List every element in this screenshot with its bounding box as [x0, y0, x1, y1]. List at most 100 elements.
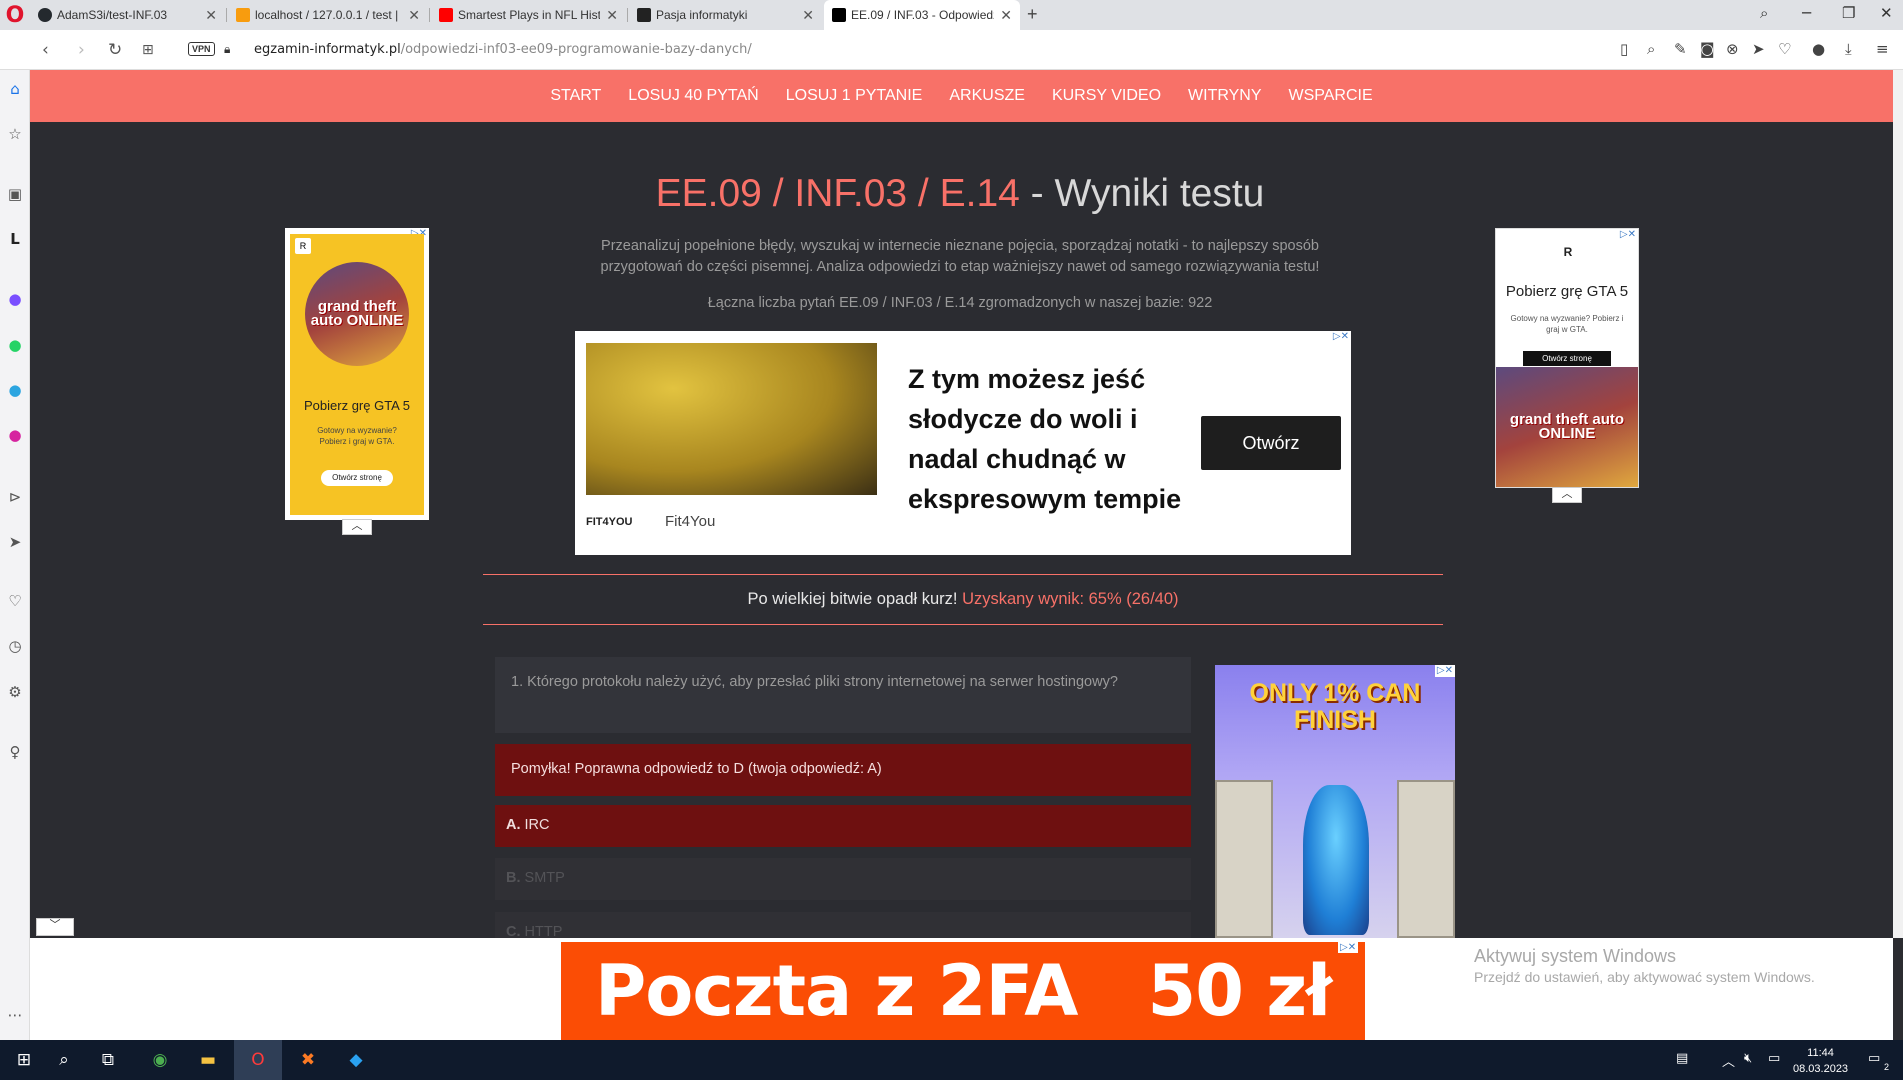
- settings-icon[interactable]: ⚙: [0, 683, 30, 701]
- search-tabs-icon[interactable]: ⌕: [1760, 4, 1768, 22]
- tab-github[interactable]: AdamS3i/test-INF.03 ✕: [30, 0, 225, 30]
- taskbar-clock[interactable]: 11:44 08.03.2023: [1793, 1045, 1848, 1077]
- tabs-grid-icon[interactable]: ⊞: [142, 42, 154, 58]
- url-field[interactable]: egzamin-informatyk.pl/odpowiedzi-inf03-e…: [254, 42, 752, 57]
- input-indicator-icon[interactable]: ▤: [1676, 1051, 1688, 1066]
- forward-icon[interactable]: ›: [78, 40, 85, 60]
- ad-collapse-down-icon[interactable]: ﹀: [36, 918, 74, 936]
- answer-option-b[interactable]: B. SMTP: [495, 858, 1191, 900]
- reload-icon[interactable]: ↻: [108, 40, 122, 60]
- snapshot-icon[interactable]: ◙: [1700, 40, 1715, 58]
- profile-avatar-icon[interactable]: ●: [1812, 40, 1825, 58]
- ad-center-fit4you[interactable]: ▷✕ FIT4YOU Fit4You Z tym możesz jeść sło…: [575, 331, 1351, 555]
- close-tab-icon[interactable]: ✕: [408, 7, 420, 24]
- ad-right-open-button[interactable]: Otwórz stronę: [1523, 351, 1611, 366]
- nav-wsparcie[interactable]: WSPARCIE: [1289, 87, 1373, 105]
- search-icon[interactable]: ⌕: [40, 1040, 88, 1080]
- nav-arkusze[interactable]: ARKUSZE: [949, 87, 1025, 105]
- aria-icon[interactable]: L: [0, 230, 30, 248]
- close-tab-icon[interactable]: ✕: [802, 7, 814, 24]
- ad-collapse-up-icon[interactable]: ︿: [342, 519, 372, 535]
- tab-phpmyadmin[interactable]: localhost / 127.0.0.1 / test | ✕: [228, 0, 428, 30]
- tab-divider: [226, 8, 227, 22]
- adblock-icon[interactable]: ⊗: [1726, 40, 1739, 58]
- back-icon[interactable]: ‹: [42, 40, 49, 60]
- volume-muted-icon[interactable]: 🔇︎: [1744, 1051, 1752, 1066]
- tab-youtube[interactable]: Smartest Plays in NFL Histo ✕: [431, 0, 626, 30]
- send-icon[interactable]: ➤: [1752, 40, 1765, 58]
- shopping-bag-icon[interactable]: ▣: [0, 185, 30, 203]
- ad-left-open-button[interactable]: Otwórz stronę: [321, 470, 393, 486]
- nav-start[interactable]: START: [550, 87, 601, 105]
- tab-pasja-informatyki[interactable]: Pasja informatyki ✕: [629, 0, 822, 30]
- heart-icon[interactable]: ♡: [1778, 40, 1791, 58]
- telegram-icon[interactable]: ●: [0, 381, 30, 399]
- nav-kursy-video[interactable]: KURSY VIDEO: [1052, 87, 1161, 105]
- ad-brand-name: Fit4You: [665, 513, 716, 530]
- opera-taskbar-icon[interactable]: O: [234, 1040, 282, 1080]
- opera-logo-icon[interactable]: O: [0, 0, 30, 30]
- answer-option-a[interactable]: A. IRC: [495, 805, 1191, 847]
- ad-collapse-up-icon[interactable]: ︿: [1552, 487, 1582, 503]
- edit-icon[interactable]: ✎: [1674, 40, 1687, 58]
- nav-losuj-40[interactable]: LOSUJ 40 PYTAŃ: [628, 87, 758, 105]
- nav-losuj-1[interactable]: LOSUJ 1 PYTANIE: [786, 87, 923, 105]
- address-bar: ‹ › ↻ ⊞ VPN 🔒︎ egzamin-informatyk.pl/odp…: [0, 30, 1903, 70]
- ad-open-button[interactable]: Otwórz: [1201, 416, 1341, 470]
- nav-witryny[interactable]: WITRYNY: [1188, 87, 1261, 105]
- menu-icon[interactable]: ≡: [1876, 40, 1889, 58]
- star-icon[interactable]: ☆: [0, 125, 30, 143]
- tab-active-egzamin[interactable]: EE.09 / INF.03 - Odpowiedz ✕: [824, 0, 1020, 30]
- lock-icon[interactable]: 🔒︎: [224, 42, 230, 57]
- ad-left-gta[interactable]: ▷✕ R grand theft auto ONLINE Pobierz grę…: [285, 228, 429, 520]
- close-tab-icon[interactable]: ✕: [606, 7, 618, 24]
- minimize-icon[interactable]: ─: [1802, 4, 1811, 22]
- windows-taskbar: ⊞ ⌕ ⧉ ◉ ▬ O ✖ ◆ ▤ ︿ 🔇︎ ▭ 11:44 08.03.202…: [0, 1040, 1903, 1080]
- vpn-badge[interactable]: VPN: [188, 42, 215, 56]
- history-icon[interactable]: ◷: [0, 637, 30, 655]
- player-icon[interactable]: ⊳: [0, 488, 30, 506]
- ad-choices-icon[interactable]: ▷✕: [1434, 665, 1455, 677]
- phpmyadmin-favicon-icon: [236, 8, 250, 22]
- ad-right-gta[interactable]: ▷✕ R Pobierz grę GTA 5 Gotowy na wyzwani…: [1495, 228, 1639, 488]
- notification-count: 2: [1884, 1062, 1890, 1072]
- ad-right-title: Pobierz grę GTA 5: [1505, 283, 1629, 300]
- messenger-icon[interactable]: ●: [0, 290, 30, 308]
- chrome-icon[interactable]: ◉: [136, 1040, 184, 1080]
- zoom-icon[interactable]: ⌕: [1647, 40, 1655, 58]
- new-tab-button[interactable]: +: [1027, 4, 1038, 25]
- show-hidden-icons[interactable]: ︿: [1722, 1051, 1735, 1070]
- network-icon[interactable]: ▭: [1768, 1051, 1780, 1066]
- ad-right-subtitle: Gotowy na wyzwanie? Pobierz i graj w GTA…: [1510, 314, 1624, 334]
- divider: [483, 574, 1443, 575]
- restore-icon[interactable]: ❐: [1842, 4, 1855, 22]
- vscode-icon[interactable]: ◆: [332, 1040, 380, 1080]
- bottom-banner-ad[interactable]: Poczta z 2FA 50 zł: [561, 942, 1365, 1040]
- xampp-icon[interactable]: ✖: [284, 1040, 332, 1080]
- instagram-icon[interactable]: ●: [0, 426, 30, 444]
- opera-sidebar: ⌂ ☆ ▣ L ● ● ● ● ⊳ ➤ ♡ ◷ ⚙ ♀ ⋯: [0, 70, 30, 1040]
- downloads-icon[interactable]: ⤓: [1845, 40, 1852, 58]
- ad-choices-icon[interactable]: ▷✕: [1338, 942, 1359, 953]
- whatsapp-icon[interactable]: ●: [0, 336, 30, 354]
- ad-game-tower-right: [1397, 780, 1455, 938]
- ad-choices-icon[interactable]: ▷✕: [1330, 331, 1351, 343]
- close-window-icon[interactable]: ✕: [1880, 4, 1893, 22]
- page-scrollbar[interactable]: [1893, 70, 1903, 938]
- favorites-icon[interactable]: ♡: [0, 592, 30, 610]
- page-title: EE.09 / INF.03 / E.14 - Wyniki testu: [655, 172, 1265, 215]
- total-questions-text: Łączna liczba pytań EE.09 / INF.03 / E.1…: [707, 295, 1213, 311]
- task-view-icon[interactable]: ⧉: [84, 1040, 132, 1080]
- ad-game[interactable]: ▷✕ ONLY 1% CAN FINISH: [1215, 665, 1455, 938]
- answer-option-c[interactable]: C. HTTP: [495, 912, 1191, 938]
- file-explorer-icon[interactable]: ▬: [184, 1040, 232, 1080]
- send-icon[interactable]: ➤: [0, 533, 30, 551]
- tips-icon[interactable]: ♀: [0, 743, 30, 761]
- close-tab-icon[interactable]: ✕: [1000, 7, 1012, 24]
- notifications-icon[interactable]: ▭: [1868, 1051, 1880, 1066]
- home-icon[interactable]: ⌂: [0, 80, 30, 98]
- ad-choices-icon[interactable]: ▷✕: [1617, 229, 1638, 241]
- close-tab-icon[interactable]: ✕: [205, 7, 217, 24]
- more-icon[interactable]: ⋯: [0, 1006, 30, 1024]
- reader-mode-icon[interactable]: ▯: [1620, 40, 1628, 58]
